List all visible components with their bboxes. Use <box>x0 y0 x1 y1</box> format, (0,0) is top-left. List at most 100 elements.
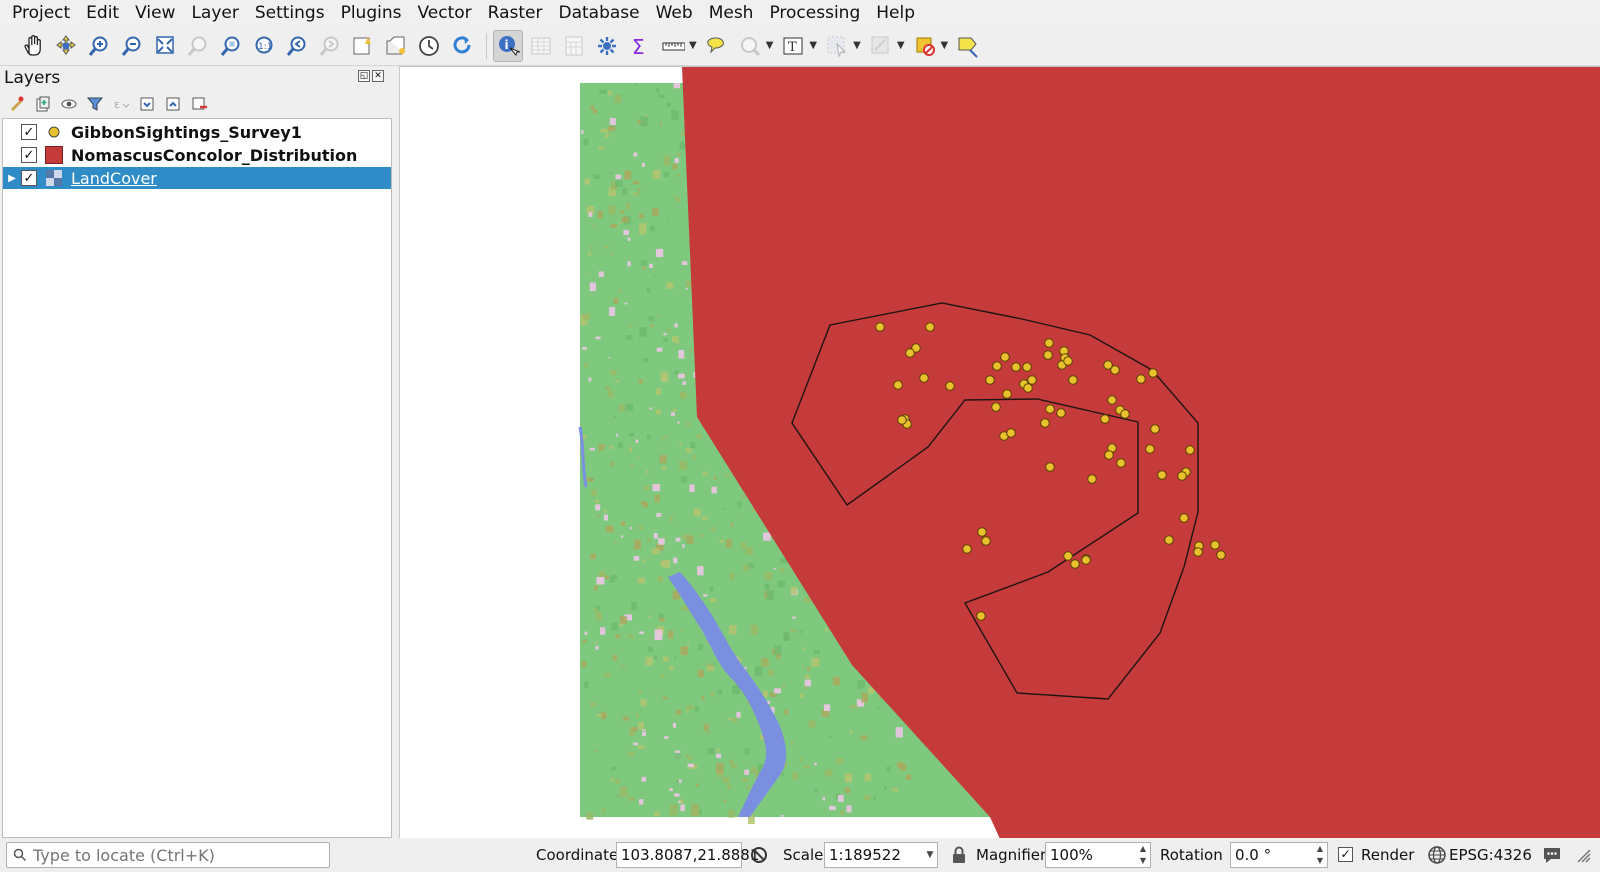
zoom-to-selection-button[interactable] <box>183 30 213 62</box>
filter-expression-icon[interactable]: ε <box>110 93 132 115</box>
zoom-next-button[interactable] <box>315 30 345 62</box>
layer-visibility-checkbox[interactable]: ✓ <box>21 124 37 140</box>
sighting-point <box>991 402 1001 412</box>
sighting-point <box>1011 362 1021 372</box>
expand-arrow-icon[interactable]: ▶ <box>3 173 21 184</box>
layer-visibility-checkbox[interactable]: ✓ <box>21 170 37 186</box>
zoom-to-layer-button[interactable] <box>216 30 246 62</box>
locator-input[interactable] <box>33 845 323 865</box>
text-annotation-button[interactable]: T <box>778 30 808 62</box>
processing-toolbox-button[interactable] <box>592 30 622 62</box>
messages-icon[interactable] <box>1541 844 1563 866</box>
select-features-button[interactable] <box>822 30 852 62</box>
menu-mesh[interactable]: Mesh <box>701 0 762 26</box>
menu-plugins[interactable]: Plugins <box>333 0 410 26</box>
collapse-all-icon[interactable] <box>162 93 184 115</box>
attribute-table-button[interactable] <box>526 30 556 62</box>
locate-dropdown-arrow[interactable]: ▼ <box>766 40 774 51</box>
sighting-point <box>1023 383 1033 393</box>
menu-help[interactable]: Help <box>868 0 923 26</box>
zoom-in-button[interactable] <box>84 30 114 62</box>
layer-row[interactable]: ✓ GibbonSightings_Survey1 <box>3 121 391 143</box>
measure-dropdown-arrow[interactable]: ▼ <box>689 40 697 51</box>
layer-visibility-checkbox[interactable]: ✓ <box>21 147 37 163</box>
map-canvas[interactable] <box>399 66 1600 838</box>
float-panel-icon[interactable]: ◱ <box>358 70 370 82</box>
zoom-out-button[interactable] <box>117 30 147 62</box>
menu-project[interactable]: Project <box>4 0 78 26</box>
filter-legend-icon[interactable] <box>84 93 106 115</box>
show-bookmarks-button[interactable] <box>381 30 411 62</box>
menu-raster[interactable]: Raster <box>480 0 551 26</box>
resize-grip-icon[interactable] <box>1572 844 1594 866</box>
add-layer-button[interactable] <box>910 30 940 62</box>
pan-hand-button[interactable] <box>18 30 48 62</box>
identify-button[interactable]: i <box>493 29 523 62</box>
text-annotation-dropdown-arrow[interactable]: ▼ <box>809 40 817 51</box>
add-group-icon[interactable] <box>32 93 54 115</box>
zoom-to-selection-icon <box>187 36 207 56</box>
refresh-button[interactable] <box>447 30 477 62</box>
statistical-summary-button[interactable]: Σ <box>625 30 655 62</box>
layer-row[interactable]: ▶ ✓ LandCover <box>3 167 391 189</box>
sighting-point <box>1157 470 1167 480</box>
sighting-point <box>977 527 987 537</box>
deselect-button[interactable] <box>866 30 896 62</box>
crs-label[interactable]: EPSG:4326 <box>1449 846 1532 864</box>
locator-bar[interactable] <box>6 842 330 868</box>
lock-scale-icon[interactable] <box>948 844 970 866</box>
zoom-native-button[interactable]: 1:1 <box>249 30 279 62</box>
add-layer-dropdown-arrow[interactable]: ▼ <box>941 40 949 51</box>
render-checkbox[interactable]: ✓ <box>1338 847 1353 862</box>
close-panel-icon[interactable]: ✕ <box>372 70 384 82</box>
sighting-point <box>1043 350 1053 360</box>
toggle-extents-icon[interactable] <box>748 844 770 866</box>
sighting-point <box>976 611 986 621</box>
menu-vector[interactable]: Vector <box>409 0 479 26</box>
measure-button[interactable] <box>658 30 688 62</box>
pan-to-selection-button[interactable] <box>51 30 81 62</box>
zoom-last-icon <box>286 36 306 56</box>
map-tips-button[interactable] <box>702 30 732 62</box>
open-layer-styling-icon[interactable] <box>6 93 28 115</box>
layer-symbol <box>45 146 63 164</box>
remove-layer-icon[interactable] <box>188 93 210 115</box>
measure-icon <box>662 42 685 50</box>
point-symbol-icon <box>48 126 60 138</box>
sighting-point <box>893 380 903 390</box>
menu-processing[interactable]: Processing <box>761 0 868 26</box>
menu-database[interactable]: Database <box>550 0 647 26</box>
layer-row[interactable]: ✓ NomascusConcolor_Distribution <box>3 144 391 166</box>
menu-settings[interactable]: Settings <box>247 0 333 26</box>
locate-icon <box>740 36 760 56</box>
sighting-point <box>1063 551 1073 561</box>
toolbar-separator <box>486 32 487 59</box>
manage-map-themes-icon[interactable] <box>58 93 80 115</box>
deselect-dropdown-arrow[interactable]: ▼ <box>897 40 905 51</box>
pan-hand-icon <box>24 34 41 56</box>
render-label: Render <box>1361 846 1415 864</box>
zoom-last-button[interactable] <box>282 30 312 62</box>
scale-field[interactable]: 1:189522 ▼ <box>824 842 938 868</box>
rotation-field[interactable]: 0.0 ° ▲ ▼ <box>1230 842 1328 868</box>
label-tool-button[interactable] <box>953 30 983 62</box>
menu-layer[interactable]: Layer <box>183 0 246 26</box>
scale-dropdown-icon[interactable]: ▼ <box>923 843 937 867</box>
temporal-controller-button[interactable] <box>414 30 444 62</box>
expand-all-icon[interactable] <box>136 93 158 115</box>
magnifier-field[interactable]: 100% ▲ ▼ <box>1045 842 1151 868</box>
coordinate-field[interactable]: 103.8087,21.8881 <box>616 842 759 868</box>
field-calculator-button[interactable] <box>559 30 589 62</box>
new-bookmark-button[interactable] <box>348 30 378 62</box>
menu-edit[interactable]: Edit <box>78 0 127 26</box>
menu-view[interactable]: View <box>127 0 183 26</box>
rotation-spinner-icon[interactable]: ▲ ▼ <box>1313 843 1327 867</box>
globe-crs-icon[interactable] <box>1426 844 1448 866</box>
select-features-dropdown-arrow[interactable]: ▼ <box>853 40 861 51</box>
menu-web[interactable]: Web <box>648 0 701 26</box>
magnifier-spinner-icon[interactable]: ▲ ▼ <box>1136 843 1150 867</box>
locate-button[interactable] <box>735 30 765 62</box>
svg-text:1:1: 1:1 <box>258 42 272 52</box>
zoom-full-button[interactable] <box>150 30 180 62</box>
sighting-point <box>1210 540 1220 550</box>
